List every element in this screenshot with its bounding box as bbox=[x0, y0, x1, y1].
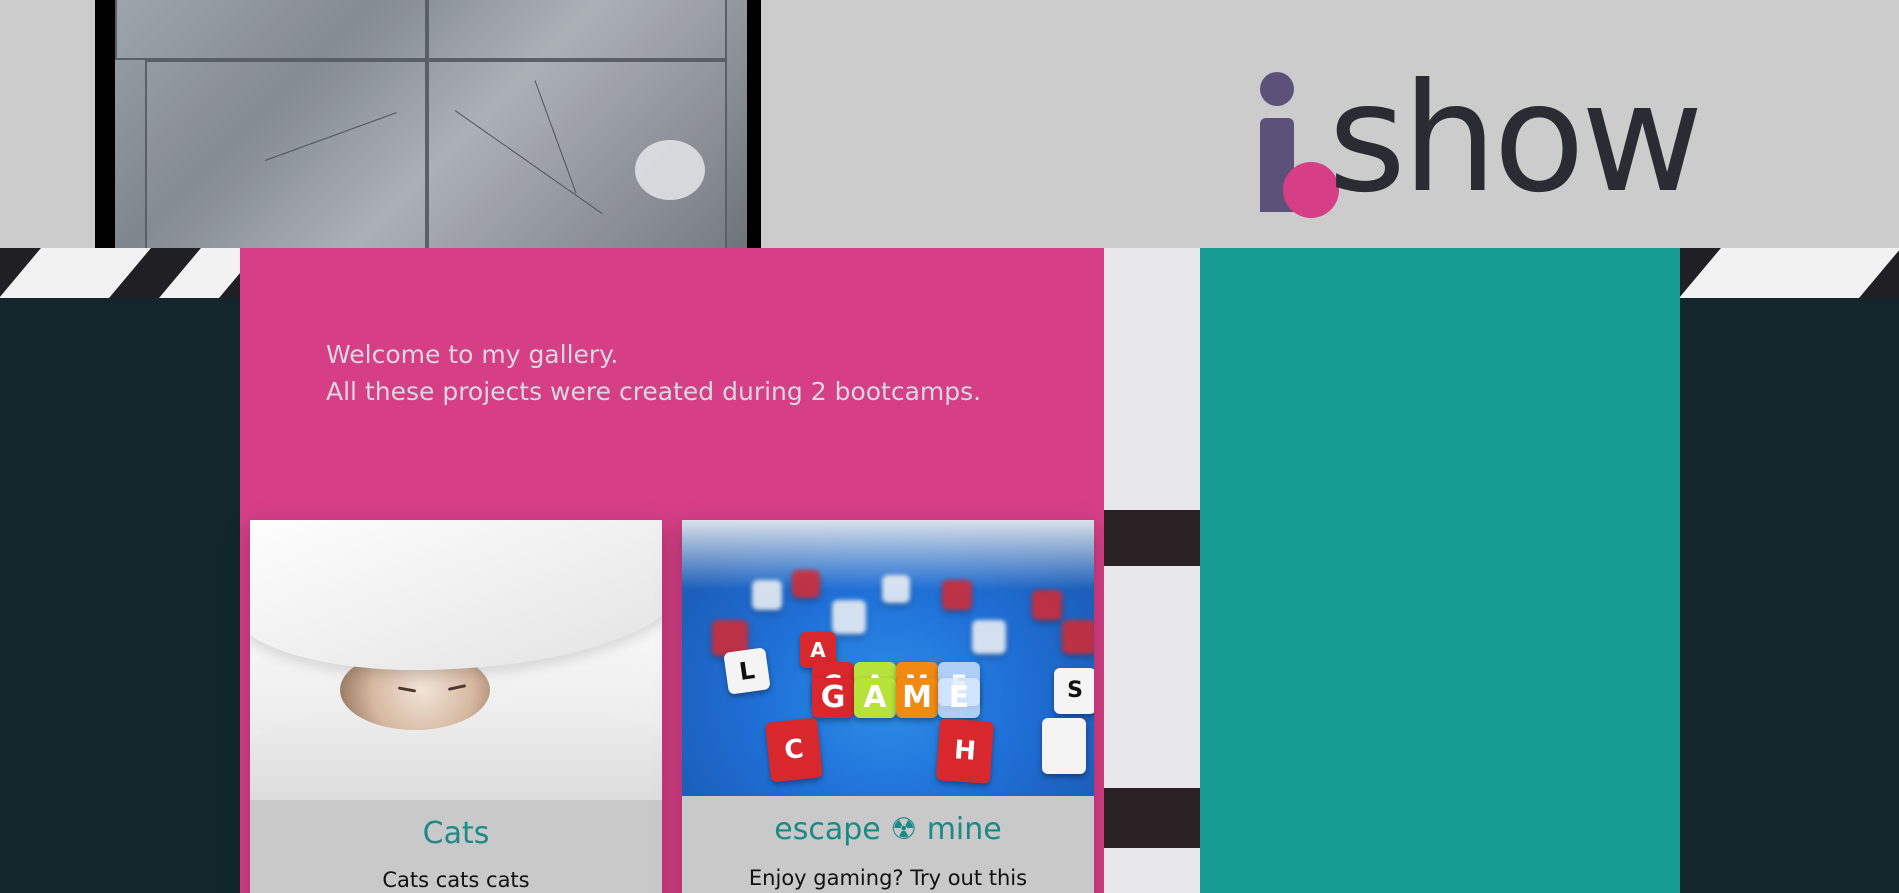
marble-tile bbox=[115, 0, 427, 60]
marble-tile bbox=[145, 60, 427, 248]
logo-i-dot bbox=[1260, 72, 1294, 106]
gallery-panel: Welcome to my gallery. All these project… bbox=[240, 248, 1104, 893]
card-description: Enjoy gaming? Try out this bbox=[748, 866, 1028, 890]
card-title[interactable]: escape ☢ mine bbox=[682, 812, 1094, 847]
intro-line-1: Welcome to my gallery. bbox=[326, 340, 619, 369]
header: show bbox=[0, 0, 1899, 248]
project-card-cats[interactable]: Cats Cats cats cats bbox=[250, 520, 662, 893]
stripe bbox=[1679, 248, 1899, 298]
teal-panel bbox=[1200, 248, 1680, 893]
letter-die: L bbox=[723, 647, 771, 695]
logo-wordmark: show bbox=[1328, 52, 1704, 226]
white-die bbox=[1042, 718, 1086, 774]
escape-mine-thumbnail[interactable]: L A G A M E G A M E S C H bbox=[682, 520, 1094, 796]
blurred-die bbox=[972, 620, 1006, 654]
cats-thumbnail[interactable] bbox=[250, 520, 662, 800]
stripe bbox=[0, 248, 151, 298]
game-die-e: E bbox=[938, 678, 980, 718]
blurred-die bbox=[882, 575, 910, 603]
blurred-die bbox=[832, 600, 866, 634]
intro-line-2: All these projects were created during 2… bbox=[326, 377, 982, 406]
dark-band bbox=[1104, 510, 1200, 566]
dark-band bbox=[1104, 788, 1200, 848]
background-photo-slice bbox=[1104, 248, 1200, 893]
marble-tile bbox=[427, 0, 727, 60]
project-card-escape-mine[interactable]: L A G A M E G A M E S C H escape ☢ mine … bbox=[682, 520, 1094, 893]
intro-text: Welcome to my gallery. All these project… bbox=[326, 336, 981, 410]
letter-die: S bbox=[1054, 668, 1094, 714]
game-die-g: G bbox=[812, 678, 854, 718]
blurred-die bbox=[752, 580, 782, 610]
blurred-die bbox=[1062, 620, 1094, 654]
blurred-die bbox=[942, 580, 972, 610]
card-description: Cats cats cats bbox=[382, 868, 530, 892]
card-title[interactable]: Cats bbox=[250, 816, 662, 851]
marble-highlight bbox=[635, 140, 705, 200]
blurred-die bbox=[792, 570, 820, 598]
blurred-die bbox=[1032, 590, 1062, 620]
marble-texture bbox=[115, 0, 747, 248]
game-die-m: M bbox=[896, 678, 938, 718]
letter-die: H bbox=[935, 718, 995, 784]
ishow-logo[interactable]: show bbox=[1250, 60, 1704, 230]
letter-die: C bbox=[765, 717, 823, 783]
header-marble-photo bbox=[95, 0, 761, 248]
game-die-a: A bbox=[854, 678, 896, 718]
